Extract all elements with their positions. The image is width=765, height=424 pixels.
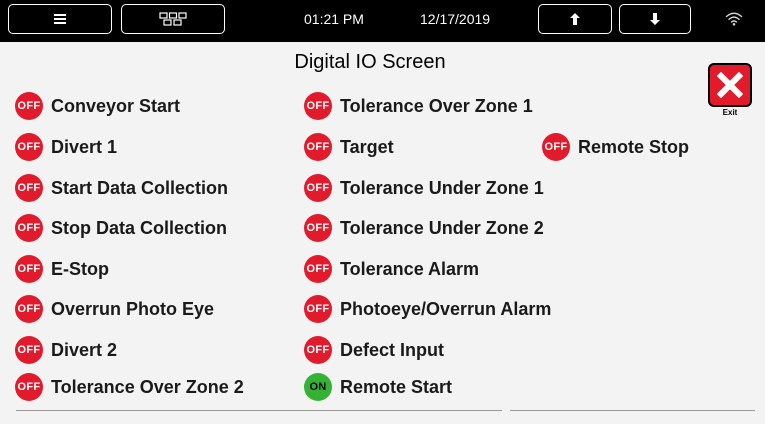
- status-indicator: OFF: [15, 92, 43, 120]
- exit-button[interactable]: [708, 63, 752, 107]
- io-start-data-collection: OFF Start Data Collection: [15, 173, 228, 203]
- io-label: Tolerance Under Zone 1: [340, 177, 544, 198]
- arrow-down-icon: [650, 13, 660, 25]
- io-tolerance-over-zone-1: OFF Tolerance Over Zone 1: [304, 91, 533, 121]
- status-indicator: OFF: [15, 214, 43, 242]
- scroll-up-button[interactable]: [538, 4, 612, 34]
- io-label: Tolerance Over Zone 1: [340, 95, 533, 116]
- io-defect-input: OFF Defect Input: [304, 335, 444, 365]
- divider: [16, 410, 502, 411]
- io-tolerance-over-zone-2: OFF Tolerance Over Zone 2: [15, 372, 244, 402]
- status-indicator: OFF: [304, 295, 332, 323]
- grid-icon: [159, 12, 187, 26]
- status-indicator: OFF: [304, 92, 332, 120]
- io-label: Defect Input: [340, 339, 445, 360]
- status-indicator: ON: [304, 373, 332, 401]
- io-tolerance-under-zone-1: OFF Tolerance Under Zone 1: [304, 173, 544, 203]
- status-indicator: OFF: [15, 295, 43, 323]
- status-indicator: OFF: [304, 255, 332, 283]
- io-tolerance-under-zone-2: OFF Tolerance Under Zone 2: [304, 213, 544, 243]
- clock-time: 01:21 PM: [304, 11, 364, 27]
- arrow-up-icon: [570, 13, 580, 25]
- io-label: Stop Data Collection: [51, 217, 228, 238]
- status-indicator: OFF: [15, 133, 43, 161]
- io-target: OFF Target: [304, 132, 394, 162]
- io-divert-2: OFF Divert 2: [15, 335, 117, 365]
- io-overrun-photo-eye: OFF Overrun Photo Eye: [15, 294, 214, 324]
- status-indicator: OFF: [542, 133, 570, 161]
- status-indicator: OFF: [304, 174, 332, 202]
- hamburger-icon: [54, 14, 66, 24]
- status-indicator: OFF: [15, 174, 43, 202]
- close-x-icon: [717, 72, 743, 98]
- status-indicator: OFF: [304, 214, 332, 242]
- io-label: Tolerance Alarm: [340, 258, 480, 279]
- divider: [510, 410, 755, 411]
- layout-grid-button[interactable]: [121, 4, 225, 34]
- io-label: Remote Start: [340, 376, 453, 397]
- io-tolerance-alarm: OFF Tolerance Alarm: [304, 254, 479, 284]
- io-label: Tolerance Under Zone 2: [340, 217, 544, 238]
- menu-button[interactable]: [8, 4, 112, 34]
- top-bar: 01:21 PM 12/17/2019: [0, 0, 765, 42]
- status-indicator: OFF: [15, 373, 43, 401]
- io-label: E-Stop: [51, 258, 109, 279]
- io-label: Start Data Collection: [51, 177, 229, 198]
- exit-label: Exit: [722, 108, 738, 117]
- digital-io-screen: 01:21 PM 12/17/2019 Digital IO Screen Ex…: [0, 0, 765, 424]
- io-label: Remote Stop: [578, 136, 690, 157]
- io-label: Divert 2: [51, 339, 118, 360]
- io-label: Conveyor Start: [51, 95, 181, 116]
- status-indicator: OFF: [304, 133, 332, 161]
- io-remote-stop: OFF Remote Stop: [542, 132, 689, 162]
- status-indicator: OFF: [15, 255, 43, 283]
- clock-date: 12/17/2019: [420, 11, 491, 27]
- io-conveyor-start: OFF Conveyor Start: [15, 91, 180, 121]
- io-label: Tolerance Over Zone 2: [51, 376, 244, 397]
- io-stop-data-collection: OFF Stop Data Collection: [15, 213, 227, 243]
- io-photoeye-overrun-alarm: OFF Photoeye/Overrun Alarm: [304, 294, 551, 324]
- io-e-stop: OFF E-Stop: [15, 254, 109, 284]
- page-title: Digital IO Screen: [294, 51, 446, 73]
- scroll-down-button[interactable]: [619, 4, 691, 34]
- io-label: Photoeye/Overrun Alarm: [340, 298, 552, 319]
- wifi-icon: [725, 12, 743, 26]
- io-divert-1: OFF Divert 1: [15, 132, 117, 162]
- io-remote-start: ON Remote Start: [304, 372, 452, 402]
- status-indicator: OFF: [15, 336, 43, 364]
- io-label: Target: [340, 136, 394, 157]
- status-indicator: OFF: [304, 336, 332, 364]
- io-label: Overrun Photo Eye: [51, 298, 215, 319]
- io-label: Divert 1: [51, 136, 118, 157]
